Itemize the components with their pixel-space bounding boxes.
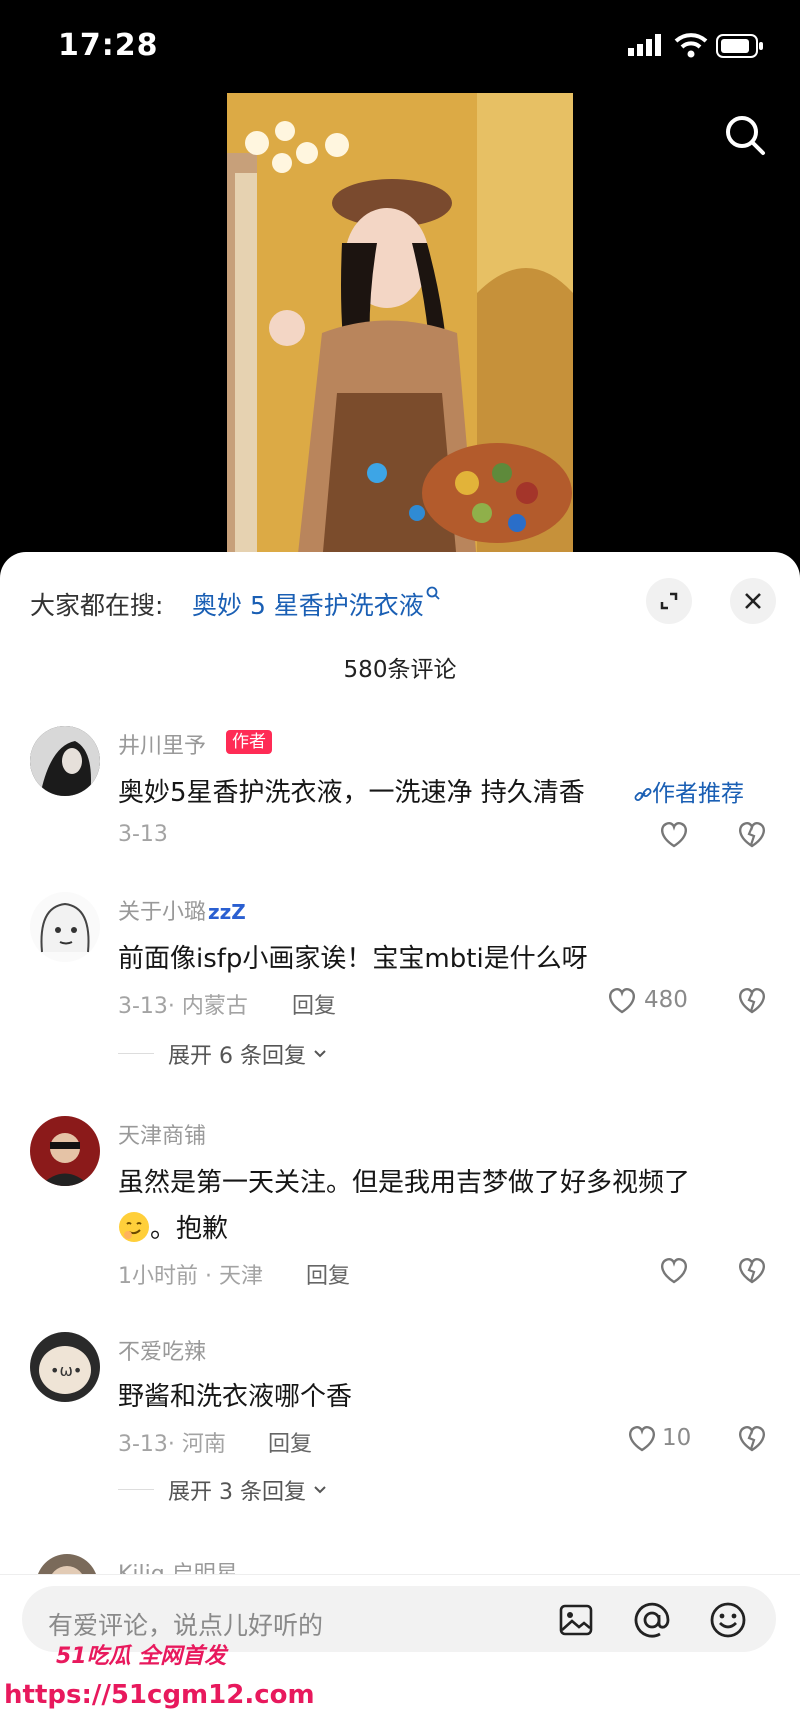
sleep-emoji: zzZ <box>208 900 246 924</box>
wifi-icon <box>674 32 708 62</box>
emoji-button[interactable] <box>708 1600 748 1640</box>
reply-button[interactable]: 回复 <box>268 1426 312 1458</box>
search-button[interactable] <box>722 112 768 158</box>
watermark-brand: 51吃瓜 全网首发 <box>56 1644 227 1669</box>
author-recommend-link[interactable]: 作者推荐 <box>634 774 744 808</box>
video-preview[interactable] <box>227 93 573 563</box>
divider <box>118 1489 154 1490</box>
expand-replies-button[interactable]: 展开 3 条回复 <box>168 1474 328 1506</box>
comment-item: •ω• 不爱吃辣 野酱和洗衣液哪个香 3-13· 河南 回复 10 展开 3 条… <box>0 1330 800 1520</box>
hot-search-label: 大家都在搜: <box>30 591 164 620</box>
avatar[interactable]: •ω• <box>30 1332 100 1402</box>
image-button[interactable] <box>556 1600 596 1640</box>
broken-heart-icon <box>739 822 765 848</box>
comment-item: 井川里予 作者 奥妙5星香护洗衣液，一洗速净 持久清香 作者推荐 3-13 <box>0 720 800 860</box>
heart-icon <box>661 822 687 848</box>
search-icon <box>726 116 765 155</box>
expand-sheet-button[interactable] <box>646 578 692 624</box>
broken-heart-icon <box>739 1258 765 1284</box>
comment-item: 天津商铺 虽然是第一天关注。但是我用吉梦做了好多视频了 。抱歉 1小时前 · 天… <box>0 1112 800 1292</box>
svg-text:•ω•: •ω• <box>50 1361 82 1380</box>
mention-button[interactable] <box>632 1600 672 1640</box>
comment-meta: 3-13· 河南 <box>118 1432 226 1457</box>
comment-username[interactable]: Kiliq 启明星 <box>118 1556 238 1576</box>
chevron-down-icon <box>314 1486 326 1494</box>
reply-button[interactable]: 回复 <box>306 1258 350 1290</box>
like-button[interactable]: 10 <box>626 1420 691 1456</box>
heart-icon <box>661 1258 687 1284</box>
image-icon <box>559 1604 593 1636</box>
small-search-icon <box>426 586 440 600</box>
smiley-icon <box>710 1602 746 1638</box>
hot-search-term[interactable]: 奥妙 5 星香护洗衣液 <box>192 586 440 622</box>
comment-username[interactable]: 井川里予 <box>118 728 206 760</box>
username-text: 关于小璐 <box>118 900 207 925</box>
status-time: 17:28 <box>58 28 159 63</box>
avatar[interactable] <box>36 1554 98 1576</box>
at-icon <box>634 1602 670 1638</box>
reply-button[interactable]: 回复 <box>292 988 336 1020</box>
close-icon <box>745 593 761 609</box>
broken-heart-icon <box>739 1426 765 1452</box>
comment-item: Kiliq 启明星 <box>0 1550 800 1576</box>
avatar[interactable] <box>30 892 100 962</box>
comment-meta: 1小时前 · 天津 <box>118 1264 263 1289</box>
comment-input-placeholder: 有爱评论，说点儿好听的 <box>48 1611 324 1640</box>
watermark-url: https://51cgm12.com <box>4 1680 315 1710</box>
comment-username[interactable]: 关于小璐 zzZ <box>118 894 246 926</box>
avatar[interactable] <box>30 726 100 796</box>
expand-icon <box>660 592 678 610</box>
like-button[interactable] <box>656 1252 692 1288</box>
dislike-button[interactable] <box>734 1420 770 1456</box>
like-button[interactable]: 480 <box>606 982 688 1018</box>
dislike-button[interactable] <box>734 816 770 852</box>
divider <box>118 1053 154 1054</box>
author-recommend-text: 作者推荐 <box>652 781 744 807</box>
comment-username[interactable]: 不爱吃辣 <box>118 1334 206 1366</box>
like-count: 10 <box>662 1425 692 1451</box>
cellular-signal-icon <box>628 34 664 60</box>
comment-meta: 3-13 <box>118 822 168 847</box>
comment-count: 580条评论 <box>343 657 457 683</box>
expand-replies-button[interactable]: 展开 6 条回复 <box>168 1038 328 1070</box>
smirk-emoji-icon <box>119 1211 149 1242</box>
like-count: 480 <box>644 987 688 1013</box>
battery-icon <box>716 34 764 62</box>
comment-meta: 3-13· 内蒙古 <box>118 994 248 1019</box>
dislike-button[interactable] <box>734 982 770 1018</box>
link-icon <box>634 787 652 801</box>
comment-text: 奥妙5星香护洗衣液，一洗速净 持久清香 <box>118 778 585 808</box>
author-badge: 作者 <box>226 730 272 754</box>
comment-username[interactable]: 天津商铺 <box>118 1118 206 1150</box>
dislike-button[interactable] <box>734 1252 770 1288</box>
comment-text: 前面像isfp小画家诶！宝宝mbti是什么呀 <box>118 944 588 974</box>
comment-item: 关于小璐 zzZ 前面像isfp小画家诶！宝宝mbti是什么呀 3-13· 内蒙古… <box>0 884 800 1074</box>
comment-text: 野酱和洗衣液哪个香 <box>118 1382 353 1412</box>
expand-replies-text: 展开 3 条回复 <box>168 1480 306 1505</box>
avatar[interactable] <box>30 1116 100 1186</box>
expand-replies-text: 展开 6 条回复 <box>168 1044 306 1069</box>
heart-icon <box>609 988 635 1014</box>
comment-text-line1: 虽然是第一天关注。但是我用吉梦做了好多视频了 <box>118 1168 691 1198</box>
comment-text-line2: 。抱歉 <box>118 1208 228 1245</box>
close-sheet-button[interactable] <box>730 578 776 624</box>
comment-text-line2-text: 。抱歉 <box>150 1214 229 1244</box>
heart-icon <box>629 1426 655 1452</box>
status-bar: 17:28 <box>0 0 800 92</box>
like-button[interactable] <box>656 816 692 852</box>
chevron-down-icon <box>314 1050 326 1058</box>
hot-search-term-text: 奥妙 5 星香护洗衣液 <box>192 591 424 620</box>
broken-heart-icon <box>739 988 765 1014</box>
